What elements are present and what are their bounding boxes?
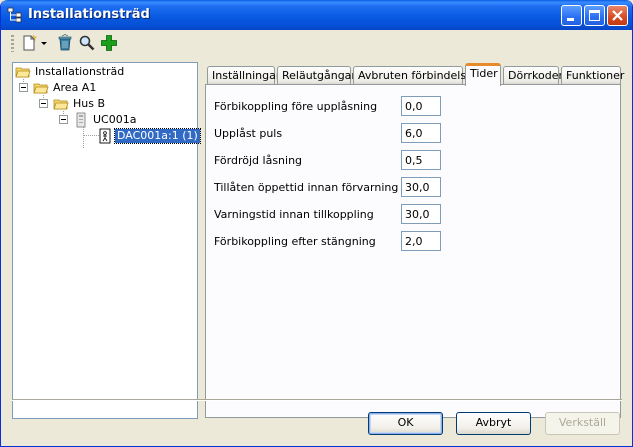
tab-label: Dörrkoder: [508, 69, 564, 82]
collapse-toggle[interactable]: [39, 99, 48, 108]
window-content: Installationsträd Area A1 Hus B UC001a D…: [4, 30, 630, 444]
window-title: Installationsträd: [28, 7, 150, 22]
field-label: Tillåten öppettid innan förvarning: [214, 181, 399, 194]
tab-panel-tider: Förbikoppling före upplåsning Upplåst pu…: [205, 84, 621, 418]
tab-tider[interactable]: Tider: [465, 63, 501, 86]
add-icon[interactable]: [100, 34, 118, 52]
delete-icon[interactable]: [56, 34, 74, 52]
tree-node-area[interactable]: Area A1: [33, 80, 193, 96]
toolbar: [4, 30, 630, 56]
tree-node-root[interactable]: Installationsträd: [15, 64, 195, 80]
tab-label: Funktioner: [566, 69, 625, 82]
maximize-icon: [589, 10, 600, 21]
tab-avbruten-forbindelse[interactable]: Avbruten förbindelse: [353, 66, 473, 85]
collapse-toggle[interactable]: [19, 83, 28, 92]
tree-node-controller[interactable]: UC001a: [73, 112, 193, 128]
toolbar-grip[interactable]: [11, 35, 14, 52]
bypass-after-close-input[interactable]: [401, 231, 441, 251]
dropdown-arrow-icon[interactable]: [39, 34, 49, 52]
field-row: Förbikoppling före upplåsning: [214, 96, 614, 116]
app-window: Installationsträd Installationsträd Area…: [0, 0, 633, 447]
tab-label: Avbruten förbindelse: [358, 69, 473, 82]
tree-node-label: DAC001a:1 (1): [114, 128, 201, 144]
installation-tree[interactable]: Installationsträd Area A1 Hus B UC001a D…: [12, 62, 201, 419]
minimize-button[interactable]: [561, 5, 582, 26]
door-icon: [99, 128, 111, 144]
field-row: Förbikoppling efter stängning: [214, 231, 614, 251]
field-row: Tillåten öppettid innan förvarning: [214, 177, 614, 197]
field-label: Varningstid innan tillkoppling: [214, 208, 374, 221]
tab-label: Reläutgångar: [282, 69, 356, 82]
delayed-lock-input[interactable]: [401, 150, 441, 170]
bypass-before-unlock-input[interactable]: [401, 96, 441, 116]
tree-node-label: Installationsträd: [35, 65, 125, 78]
allowed-open-time-input[interactable]: [401, 177, 441, 197]
field-row: Varningstid innan tillkoppling: [214, 204, 614, 224]
tree-node-door[interactable]: DAC001a:1 (1): [97, 128, 201, 144]
minimize-icon: [567, 18, 574, 21]
tree-node-label: Area A1: [53, 81, 97, 94]
warning-time-input[interactable]: [401, 204, 441, 224]
title-bar[interactable]: Installationsträd: [1, 0, 632, 30]
close-icon: [612, 10, 623, 21]
field-label: Fördröjd låsning: [214, 154, 303, 167]
new-document-icon[interactable]: [20, 34, 38, 52]
field-label: Förbikoppling efter stängning: [214, 235, 376, 248]
field-row: Upplåst puls: [214, 123, 614, 143]
cancel-button[interactable]: Avbryt: [456, 412, 531, 435]
controller-icon: [76, 112, 86, 128]
tab-label: Tider: [470, 67, 498, 80]
field-label: Förbikoppling före upplåsning: [214, 100, 378, 113]
tab-dorrkoder[interactable]: Dörrkoder: [503, 66, 563, 85]
folder-open-icon: [15, 67, 31, 78]
tree-node-label: UC001a: [93, 113, 137, 126]
search-icon[interactable]: [78, 34, 96, 52]
tree-app-icon: [7, 7, 22, 23]
field-label: Upplåst puls: [214, 127, 283, 140]
tree-node-building[interactable]: Hus B: [53, 96, 193, 112]
tab-relautgangar[interactable]: Reläutgångar: [277, 66, 356, 85]
tab-funktioner[interactable]: Funktioner: [561, 66, 625, 85]
ok-button[interactable]: OK: [368, 412, 443, 435]
unlock-pulse-input[interactable]: [401, 123, 441, 143]
collapse-toggle[interactable]: [59, 115, 68, 124]
close-button[interactable]: [607, 5, 628, 26]
apply-button[interactable]: Verkställ: [545, 412, 620, 435]
maximize-button[interactable]: [584, 5, 605, 26]
folder-open-icon: [53, 99, 69, 110]
folder-open-icon: [33, 83, 49, 94]
tree-node-label: Hus B: [73, 97, 106, 110]
tab-strip: Inställningar Reläutgångar Avbruten förb…: [205, 63, 625, 86]
tab-label: Inställningar: [212, 69, 281, 82]
field-row: Fördröjd låsning: [214, 150, 614, 170]
tree-line: [83, 135, 84, 148]
tab-installningar[interactable]: Inställningar: [207, 66, 280, 85]
divider: [12, 399, 622, 401]
